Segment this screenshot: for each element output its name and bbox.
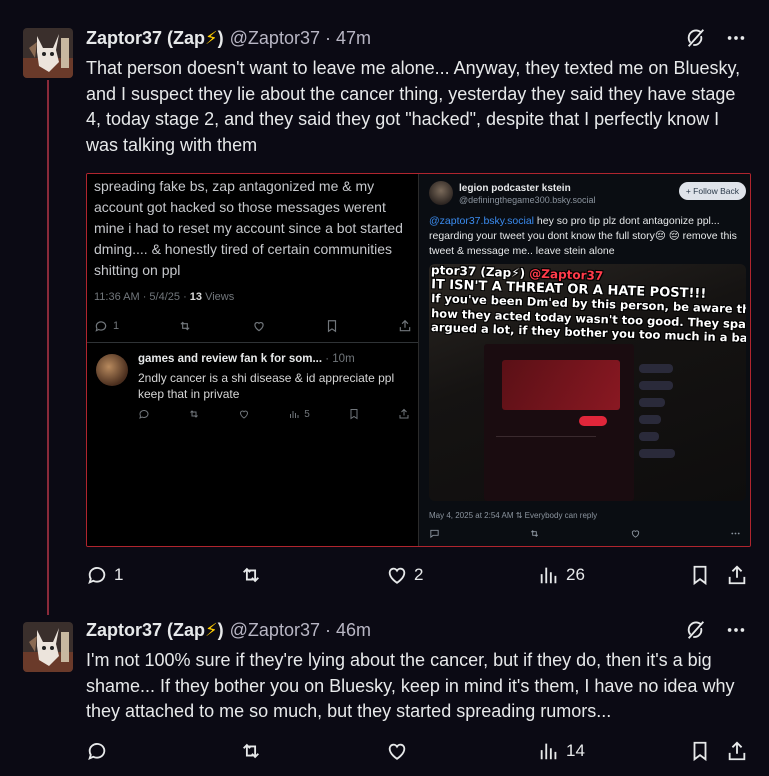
more-options-icon[interactable] bbox=[725, 27, 749, 49]
share-icon bbox=[398, 408, 410, 420]
lightning-emoji: ⚡ bbox=[205, 27, 218, 48]
bookmark-button[interactable] bbox=[689, 739, 711, 763]
lightning-emoji: ⚡ bbox=[205, 619, 218, 640]
repost-button[interactable] bbox=[240, 563, 268, 587]
phone-screen bbox=[484, 344, 634, 501]
reply-avatar bbox=[96, 354, 128, 386]
share-icon bbox=[398, 319, 412, 333]
reply-icon bbox=[429, 528, 440, 539]
grok-icon[interactable] bbox=[685, 619, 707, 641]
repost-button[interactable] bbox=[240, 739, 268, 763]
like-count: 2 bbox=[414, 565, 424, 584]
view-count: 14 bbox=[566, 741, 585, 760]
repost-icon bbox=[529, 528, 540, 539]
bluesky-post-text: @zaptor37.bsky.social hey so pro tip plz… bbox=[429, 215, 737, 257]
tweet-text: That person doesn't want to leave me alo… bbox=[86, 58, 741, 155]
screenshot-bluesky-post: legion podcaster kstein @definingthegame… bbox=[419, 174, 750, 546]
share-button[interactable] bbox=[726, 563, 748, 587]
bookmark-icon bbox=[325, 319, 339, 333]
screenshot-post-text: spreading fake bs, zap antagonized me & … bbox=[94, 178, 403, 278]
tweet-header: Zaptor37 (Zap⚡) @Zaptor37 · 46m bbox=[86, 618, 371, 642]
like-button[interactable]: 2 bbox=[386, 563, 423, 587]
separator-dot: · bbox=[324, 619, 331, 640]
screenshot-x-post: spreading fake bs, zap antagonized me & … bbox=[87, 174, 419, 546]
bluesky-author-name: legion podcaster kstein bbox=[459, 183, 571, 194]
share-icon bbox=[728, 741, 746, 761]
more-options-icon bbox=[730, 528, 741, 539]
tweet-1[interactable]: Zaptor37 (Zap⚡) @Zaptor37 · 47m That per… bbox=[0, 0, 769, 605]
bluesky-attached-photo: ptor37 (Zap⚡) @Zaptor37 IT ISN'T A THREA… bbox=[429, 264, 746, 501]
author-name[interactable]: Zaptor37 (Zap⚡) bbox=[86, 28, 224, 49]
separator-dot: · bbox=[324, 27, 331, 48]
author-handle[interactable]: @Zaptor37 bbox=[230, 28, 320, 49]
like-icon bbox=[388, 567, 406, 584]
views-icon bbox=[540, 567, 557, 584]
reply-icon bbox=[88, 567, 106, 584]
reply-count: 1 bbox=[114, 565, 124, 584]
reply-header: games and review fan k for som... · 10m bbox=[138, 353, 355, 365]
screenshot-post-actions: 1 bbox=[94, 319, 412, 333]
timestamp[interactable]: 47m bbox=[336, 28, 371, 49]
bluesky-post-actions bbox=[429, 528, 741, 539]
divider bbox=[87, 342, 418, 343]
screenshot-post-meta: 11:36 AM · 5/4/25 · 13 Views bbox=[94, 291, 235, 303]
views-button[interactable]: 14 bbox=[538, 739, 585, 763]
view-count: 26 bbox=[566, 565, 585, 584]
header-actions bbox=[685, 27, 749, 49]
tweet-header: Zaptor37 (Zap⚡) @Zaptor37 · 47m bbox=[86, 26, 371, 50]
reply-button[interactable] bbox=[86, 739, 114, 763]
views-icon bbox=[540, 743, 557, 760]
reply-icon bbox=[88, 743, 106, 760]
reply-icon: 1 bbox=[94, 319, 119, 333]
chat-bubbles bbox=[639, 364, 689, 494]
repost-icon bbox=[243, 743, 259, 759]
follow-back-button: + Follow Back bbox=[678, 182, 746, 200]
bluesky-avatar bbox=[429, 181, 453, 205]
reply-button[interactable]: 1 bbox=[86, 563, 123, 587]
share-button[interactable] bbox=[726, 739, 748, 763]
tweet-text: I'm not 100% sure if they're lying about… bbox=[86, 650, 735, 721]
repost-icon bbox=[243, 567, 259, 583]
avatar[interactable] bbox=[23, 28, 73, 78]
tweet-action-bar: 1 2 26 bbox=[86, 563, 751, 587]
views-icon: 5 bbox=[288, 408, 310, 420]
author-handle[interactable]: @Zaptor37 bbox=[230, 620, 320, 641]
like-button[interactable] bbox=[386, 739, 414, 763]
like-icon bbox=[252, 319, 266, 333]
bookmark-icon bbox=[693, 741, 707, 762]
tweet-action-bar: 14 bbox=[86, 739, 751, 763]
like-icon bbox=[238, 408, 250, 420]
bookmark-button[interactable] bbox=[689, 563, 711, 587]
tweet-media-image[interactable]: spreading fake bs, zap antagonized me & … bbox=[86, 173, 751, 547]
bluesky-author-handle: @definingthegame300.bsky.social bbox=[459, 195, 596, 205]
repost-icon bbox=[188, 408, 200, 420]
avatar[interactable] bbox=[23, 622, 73, 672]
reply-icon bbox=[138, 408, 150, 420]
more-options-icon[interactable] bbox=[725, 619, 749, 641]
repost-icon bbox=[178, 319, 192, 333]
bookmark-icon bbox=[348, 408, 360, 420]
reply-text: 2ndly cancer is a shi disease & id appre… bbox=[138, 371, 395, 401]
like-icon bbox=[388, 743, 406, 760]
share-icon bbox=[728, 565, 746, 585]
reply-actions: 5 bbox=[138, 408, 410, 420]
bookmark-icon bbox=[693, 565, 707, 586]
bluesky-post-meta: May 4, 2025 at 2:54 AM ⇅ Everybody can r… bbox=[429, 511, 598, 520]
header-actions bbox=[685, 619, 749, 641]
timestamp[interactable]: 46m bbox=[336, 620, 371, 641]
grok-icon[interactable] bbox=[685, 27, 707, 49]
author-name[interactable]: Zaptor37 (Zap⚡) bbox=[86, 620, 224, 641]
like-icon bbox=[630, 528, 641, 539]
tweet-2[interactable]: Zaptor37 (Zap⚡) @Zaptor37 · 46m I'm not … bbox=[0, 605, 769, 776]
views-button[interactable]: 26 bbox=[538, 563, 585, 587]
